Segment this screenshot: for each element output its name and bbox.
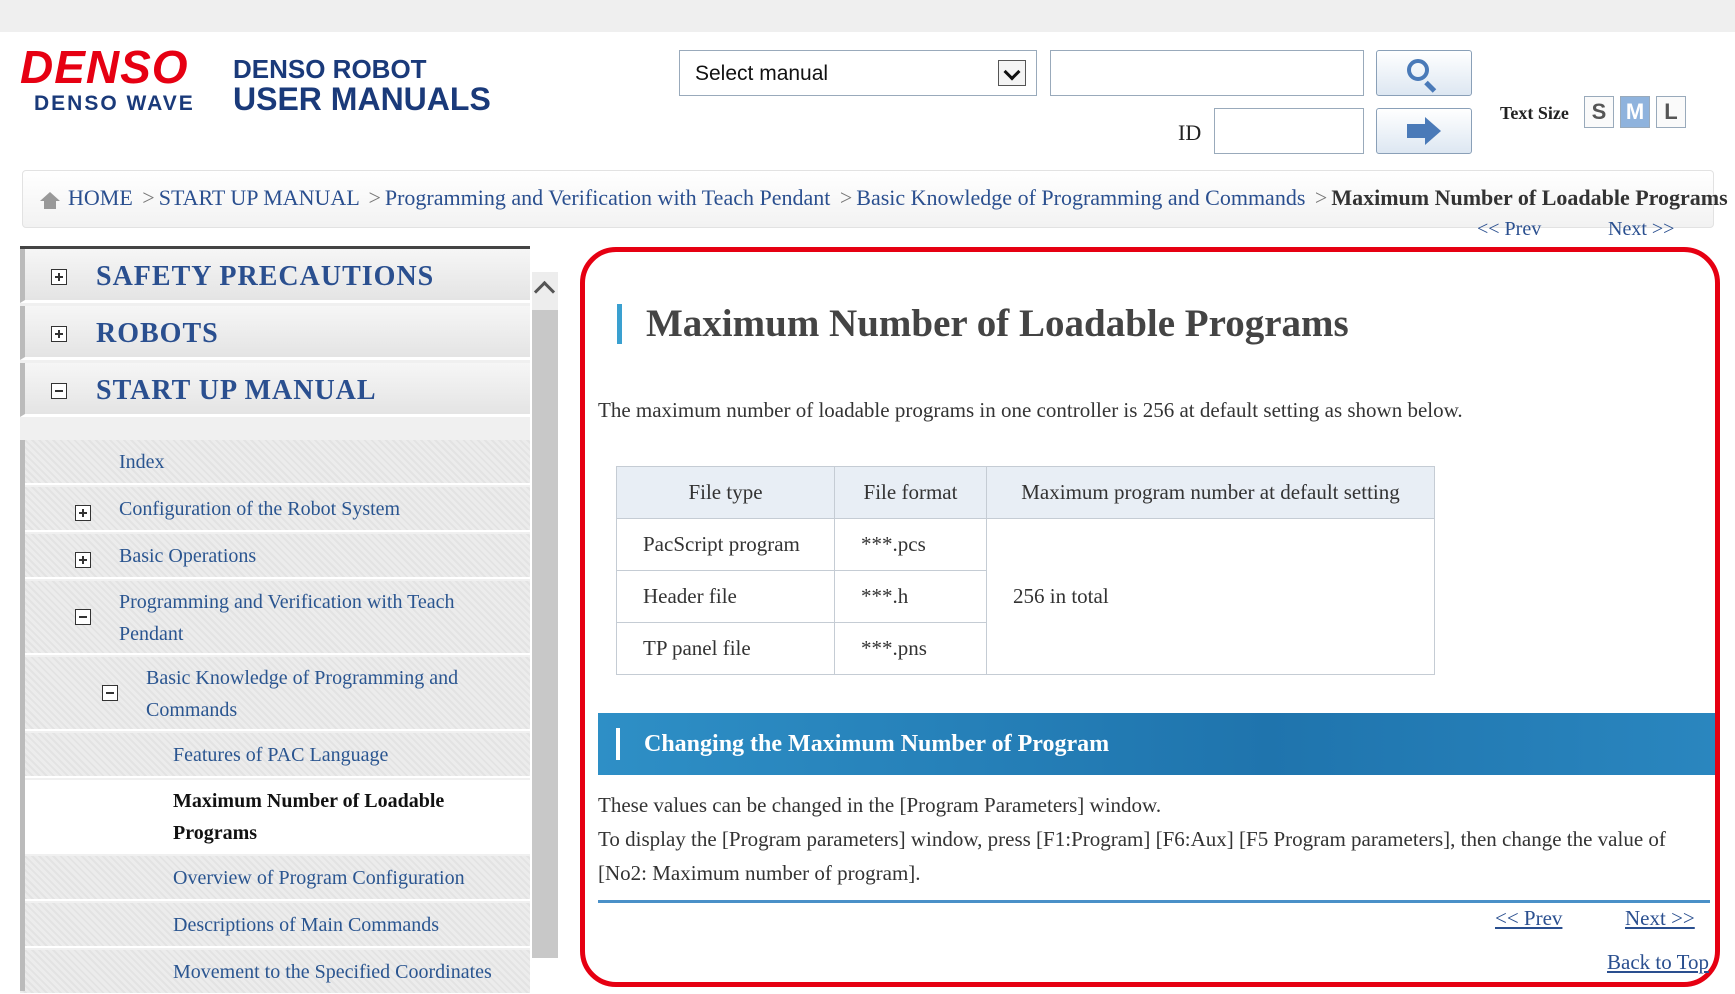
logo-denso-text: DENSO xyxy=(20,41,189,93)
sidebar-item-label: Maximum Number of Loadable Programs xyxy=(173,790,445,844)
expand-plus-icon[interactable] xyxy=(51,326,67,342)
chevron-up-icon[interactable] xyxy=(533,280,556,303)
sidebar-item-label: Basic Operations xyxy=(119,545,257,567)
sidebar-item-safety-precautions[interactable]: SAFETY PRECAUTIONS xyxy=(20,249,530,303)
page-title: Maximum Number of Loadable Programs xyxy=(617,304,1349,344)
breadcrumb-start-up-manual[interactable]: START UP MANUAL xyxy=(159,185,359,210)
collapse-minus-icon[interactable] xyxy=(102,685,118,701)
text-size-large-button[interactable]: L xyxy=(1656,96,1686,128)
bottom-next-link[interactable]: Next >> xyxy=(1625,906,1695,931)
sidebar-item-movement-coordinates[interactable]: Movement to the Specified Coordinates xyxy=(20,950,530,994)
chevron-down-icon[interactable] xyxy=(998,60,1026,86)
search-button[interactable] xyxy=(1376,50,1472,96)
table-header-row: File type File format Maximum program nu… xyxy=(616,466,1435,519)
breadcrumb-current: Maximum Number of Loadable Programs xyxy=(1331,185,1728,210)
text-size-small-button[interactable]: S xyxy=(1584,96,1614,128)
top-next-link[interactable]: Next >> xyxy=(1608,218,1674,241)
table-cell-merged: 256 in total xyxy=(986,518,1435,675)
select-manual-dropdown[interactable]: Select manual xyxy=(679,50,1037,96)
sidebar-item-overview-configuration[interactable]: Overview of Program Configuration xyxy=(20,856,530,901)
id-input[interactable] xyxy=(1214,108,1364,154)
sidebar-item-basic-operations[interactable]: Basic Operations xyxy=(20,534,530,579)
bottom-prev-link[interactable]: << Prev xyxy=(1495,906,1562,931)
go-id-button[interactable] xyxy=(1376,108,1472,154)
sidebar-item-label: Programming and Verification with Teach … xyxy=(119,591,455,645)
table-row: PacScript program ***.pcs 256 in total xyxy=(616,518,1435,675)
bottom-divider xyxy=(598,900,1710,903)
sidebar-item-robots[interactable]: ROBOTS xyxy=(20,306,530,360)
sidebar-item-label: START UP MANUAL xyxy=(96,375,377,406)
sidebar-item-start-up-manual[interactable]: START UP MANUAL xyxy=(20,363,530,417)
sidebar-item-index[interactable]: Index xyxy=(20,440,530,485)
sidebar-item-label: SAFETY PRECAUTIONS xyxy=(96,261,435,292)
back-to-top-link[interactable]: Back to Top xyxy=(1607,950,1709,975)
text-size-label: Text Size xyxy=(1500,103,1569,123)
table-cell: ***.pns xyxy=(834,622,987,675)
sidebar-item-label: Descriptions of Main Commands xyxy=(173,914,440,936)
table-cell: TP panel file xyxy=(616,622,835,675)
browser-top-strip xyxy=(0,0,1735,32)
expand-plus-icon[interactable] xyxy=(51,269,67,285)
arrow-right-icon xyxy=(1407,117,1441,145)
sidebar-item-label: Movement to the Specified Coordinates xyxy=(173,961,492,983)
expand-plus-icon[interactable] xyxy=(75,552,91,568)
breadcrumb-home[interactable]: HOME xyxy=(68,185,133,210)
id-label: ID xyxy=(1178,120,1202,145)
denso-logo[interactable]: DENSO DENSO WAVE xyxy=(20,44,195,116)
table-cell: PacScript program xyxy=(616,518,835,571)
section-body: These values can be changed in the [Prog… xyxy=(598,788,1708,890)
sidebar-item-configuration[interactable]: Configuration of the Robot System xyxy=(20,487,530,532)
sidebar-item-label: Overview of Program Configuration xyxy=(173,867,465,889)
site-title-line2: USER MANUALS xyxy=(233,81,491,117)
top-prev-link[interactable]: << Prev xyxy=(1477,218,1541,241)
home-icon xyxy=(40,192,60,209)
sidebar-item-label: Index xyxy=(119,451,165,473)
expand-plus-icon[interactable] xyxy=(75,505,91,521)
sidebar-item-label: ROBOTS xyxy=(96,318,219,349)
body-paragraph: These values can be changed in the [Prog… xyxy=(598,793,1162,817)
breadcrumb-separator: > xyxy=(368,185,381,210)
logo-denso-wave-text: DENSO WAVE xyxy=(34,92,195,115)
select-manual-value: Select manual xyxy=(695,62,829,85)
sidebar-scrollbar[interactable] xyxy=(532,272,558,958)
breadcrumb: HOME > START UP MANUAL > Programming and V… xyxy=(40,185,1728,211)
program-limit-table: File type File format Maximum program nu… xyxy=(616,466,1435,675)
table-header: File type xyxy=(616,466,835,519)
sidebar-item-maximum-loadable-programs[interactable]: Maximum Number of Loadable Programs xyxy=(20,780,530,854)
search-input[interactable] xyxy=(1050,50,1364,96)
sidebar-left-border xyxy=(20,440,25,991)
table-header: Maximum program number at default settin… xyxy=(986,466,1435,519)
search-icon xyxy=(1407,59,1429,81)
text-size-medium-button[interactable]: M xyxy=(1620,96,1650,128)
section-title: Changing the Maximum Number of Program xyxy=(616,728,1109,760)
sidebar-item-label: Basic Knowledge of Programming and Comma… xyxy=(146,667,459,721)
sidebar-item-basic-knowledge[interactable]: Basic Knowledge of Programming and Comma… xyxy=(20,657,530,731)
site-title-line1: DENSO ROBOT xyxy=(233,54,427,84)
site-title: DENSO ROBOT USER MANUALS xyxy=(233,54,491,117)
sidebar-item-programming-verification[interactable]: Programming and Verification with Teach … xyxy=(20,581,530,655)
sidebar-item-label: Configuration of the Robot System xyxy=(119,498,401,520)
breadcrumb-separator: > xyxy=(142,185,155,210)
breadcrumb-separator: > xyxy=(839,185,853,210)
sidebar-nav: SAFETY PRECAUTIONS ROBOTS START UP MANUA… xyxy=(20,246,530,994)
collapse-minus-icon[interactable] xyxy=(75,609,91,625)
sidebar-item-label: Features of PAC Language xyxy=(173,744,389,766)
body-paragraph: To display the [Program parameters] wind… xyxy=(598,827,1666,885)
collapse-minus-icon[interactable] xyxy=(51,383,67,399)
breadcrumb-basic-knowledge[interactable]: Basic Knowledge of Programming and Comma… xyxy=(856,185,1305,210)
table-cell: Header file xyxy=(616,570,835,623)
intro-paragraph: The maximum number of loadable programs … xyxy=(598,398,1463,422)
sidebar-item-main-commands[interactable]: Descriptions of Main Commands xyxy=(20,903,530,948)
table-cell: ***.h xyxy=(834,570,987,623)
sidebar-item-features-pac[interactable]: Features of PAC Language xyxy=(20,733,530,778)
table-header: File format xyxy=(834,466,987,519)
breadcrumb-programming-verification[interactable]: Programming and Verification with Teach … xyxy=(385,185,831,210)
table-cell: ***.pcs xyxy=(834,518,987,571)
scrollbar-thumb[interactable] xyxy=(532,310,558,958)
section-header-bar: Changing the Maximum Number of Program xyxy=(598,713,1715,775)
breadcrumb-separator: > xyxy=(1314,185,1328,210)
